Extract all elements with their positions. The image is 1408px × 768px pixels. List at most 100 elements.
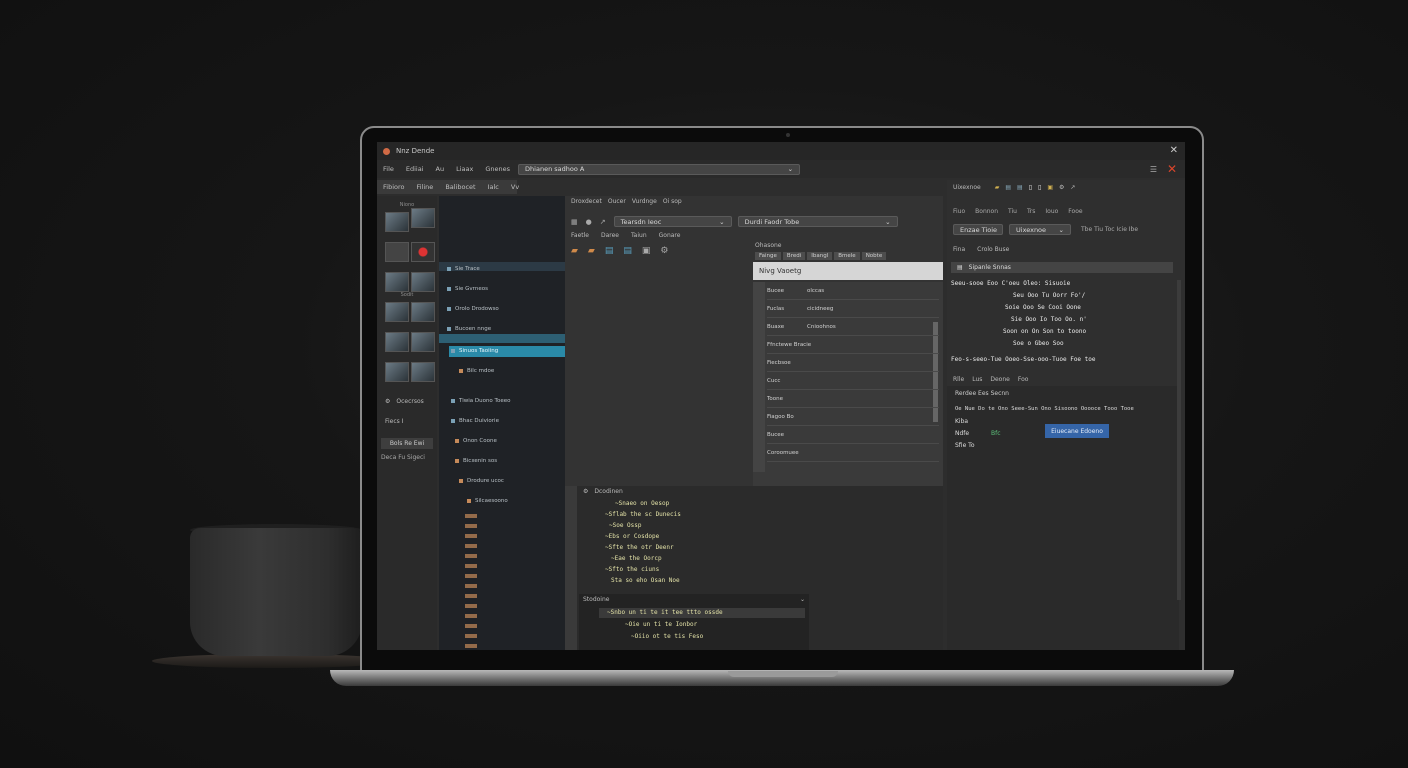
thumb-3[interactable] [385, 242, 409, 262]
tab[interactable]: Iouo [1045, 208, 1058, 215]
thumb-9[interactable] [385, 332, 409, 352]
menu-edit[interactable]: Ediiai [400, 165, 430, 173]
arrow-icon[interactable]: ↗ [600, 218, 606, 226]
toolbar-label-2[interactable]: Oucer [608, 198, 626, 205]
tab[interactable]: Fina [953, 246, 965, 253]
close-red-icon[interactable]: ✕ [1167, 162, 1177, 176]
tree-item[interactable]: Tiwia Duono Toeeo [451, 396, 510, 406]
grid-icon[interactable]: ▦ [571, 218, 578, 226]
folder-icon[interactable]: ▰ [571, 246, 578, 256]
toolbar-label-1[interactable]: Droxdecet [571, 198, 602, 205]
tab[interactable]: Trs [1027, 208, 1035, 215]
tree-item[interactable]: Orolo Drodowso [447, 304, 499, 314]
table-tab[interactable]: Ibangl [807, 252, 833, 260]
sidebar-link-1[interactable]: ⚙ Ocecrsos [385, 398, 424, 405]
table-row[interactable]: Fuclas cicidneeg [767, 300, 939, 318]
thumb-12[interactable] [411, 362, 435, 382]
chevron-down-icon[interactable]: ⌄ [800, 596, 805, 603]
tree-item[interactable]: Bucoen nnge [447, 324, 491, 334]
image-icon[interactable]: ▤ [1005, 184, 1011, 191]
thumb-11[interactable] [385, 362, 409, 382]
settings-icon[interactable]: ⚙ [660, 246, 668, 256]
dot-icon[interactable]: ● [586, 218, 592, 226]
gear-icon[interactable]: ⚙ [583, 488, 588, 495]
thumb-10[interactable] [411, 332, 435, 352]
table-row[interactable]: Bucee [767, 426, 939, 444]
tab-fibioro[interactable]: Fibioro [377, 183, 411, 191]
toggle-labels[interactable]: Tbe Tiu Toc Icie Ibe [1081, 226, 1138, 233]
toolbar-label-4[interactable]: Oi sop [663, 198, 682, 205]
subtab[interactable]: Taiun [631, 232, 647, 239]
menu-file[interactable]: File [377, 165, 400, 173]
tab[interactable]: Rlle [953, 376, 964, 383]
subtab[interactable]: Gonare [659, 232, 681, 239]
right-scrollbar[interactable] [1177, 280, 1181, 600]
tree-item[interactable]: Drodure ucoc [459, 476, 504, 486]
sidebar-link-4[interactable]: Deca Fu Sigeci [381, 454, 425, 461]
record-thumb[interactable] [411, 242, 435, 262]
file-icon[interactable]: ▯ [1038, 184, 1041, 191]
action-button[interactable]: Enzae Tioie [953, 224, 1003, 235]
tree-item[interactable]: Silcaesoono [467, 496, 508, 506]
tree-item[interactable]: Sie Gvrneos [447, 284, 488, 294]
table-row[interactable]: Buaxe Cnioohnos [767, 318, 939, 336]
subtab[interactable]: Faetle [571, 232, 589, 239]
table-row[interactable]: Toone [767, 390, 939, 408]
thumb-2[interactable] [411, 208, 435, 228]
table-row[interactable]: Bucee olccas [767, 282, 939, 300]
tab-ialc[interactable]: Ialc [482, 183, 505, 191]
file-icon[interactable]: ▯ [1029, 184, 1032, 191]
tree-item[interactable]: Bhac Duiviorie [451, 416, 499, 426]
tab[interactable]: Foo [1018, 376, 1029, 383]
tree-item-selected[interactable]: Sinuos Taoiing [451, 346, 498, 356]
toolbar-dropdown[interactable]: Uixexnoe [953, 184, 981, 191]
thumb-8[interactable] [411, 302, 435, 322]
tab-balibocet[interactable]: Balibocet [439, 183, 481, 191]
export-icon[interactable]: ↗ [1070, 184, 1075, 191]
tree-item[interactable]: Onon Coone [455, 436, 497, 446]
image-icon[interactable]: ▤ [1017, 184, 1023, 191]
middle-dropdown-2[interactable]: Durdi Faodr Tobe ⌄ [737, 216, 898, 227]
sidebar-link-2[interactable]: Fiecs I [385, 418, 403, 425]
tab[interactable]: Fooe [1068, 208, 1082, 215]
middle-dropdown-1[interactable]: Tearsdn Ieoc ⌄ [613, 216, 732, 227]
folder-icon[interactable]: ▰ [588, 246, 595, 256]
folder-icon[interactable]: ▰ [995, 184, 1000, 191]
tab[interactable]: Deone [990, 376, 1009, 383]
tab-filine[interactable]: Filine [411, 183, 440, 191]
toolbar-label-3[interactable]: Vurdnge [632, 198, 657, 205]
tab-vv[interactable]: Vv [505, 183, 525, 191]
tab[interactable]: Fiuo [953, 208, 965, 215]
menu-lines-icon[interactable]: ☰ [1150, 165, 1157, 174]
close-icon[interactable]: ✕ [1170, 145, 1178, 156]
image-icon[interactable]: ▤ [605, 246, 614, 256]
image-icon[interactable]: ▣ [642, 246, 651, 256]
project-dropdown[interactable]: Dhianen sadhoo A ⌄ [518, 163, 801, 175]
thumb-6[interactable] [411, 272, 435, 292]
tab[interactable]: Bonnon [975, 208, 998, 215]
mode-dropdown[interactable]: Uixexnoe ⌄ [1009, 224, 1071, 235]
menu-liaax[interactable]: Liaax [450, 165, 479, 173]
tab[interactable]: Crolo Buse [977, 246, 1009, 253]
table-row[interactable]: Fiagoo Bo [767, 408, 939, 426]
table-row[interactable]: Cucc [767, 372, 939, 390]
tree-item[interactable]: Sie Trace [447, 264, 480, 274]
tree-item[interactable]: Bilc mdoe [459, 366, 494, 376]
sidebar-button[interactable]: Bols Re Ewi [381, 438, 433, 449]
run-button[interactable]: Eiuecane Edoeno [1045, 424, 1109, 438]
table-row[interactable]: Coroomuee [767, 444, 939, 462]
thumb-1[interactable] [385, 212, 409, 232]
tab[interactable]: Lus [972, 376, 982, 383]
gear-icon[interactable]: ⚙ [1059, 184, 1064, 191]
table-tab[interactable]: Bmele [834, 252, 860, 260]
table-tab[interactable]: Fainge [755, 252, 781, 260]
image-icon[interactable]: ▣ [1047, 184, 1053, 191]
menu-au[interactable]: Au [430, 165, 451, 173]
table-tab[interactable]: Nobte [861, 252, 887, 260]
table-row[interactable]: Ffnctewe Bracie [767, 336, 939, 354]
tree-item[interactable]: Bicxenin sos [455, 456, 497, 466]
thumb-5[interactable] [385, 272, 409, 292]
tab[interactable]: Tiu [1008, 208, 1017, 215]
thumb-7[interactable] [385, 302, 409, 322]
subtab[interactable]: Daree [601, 232, 619, 239]
